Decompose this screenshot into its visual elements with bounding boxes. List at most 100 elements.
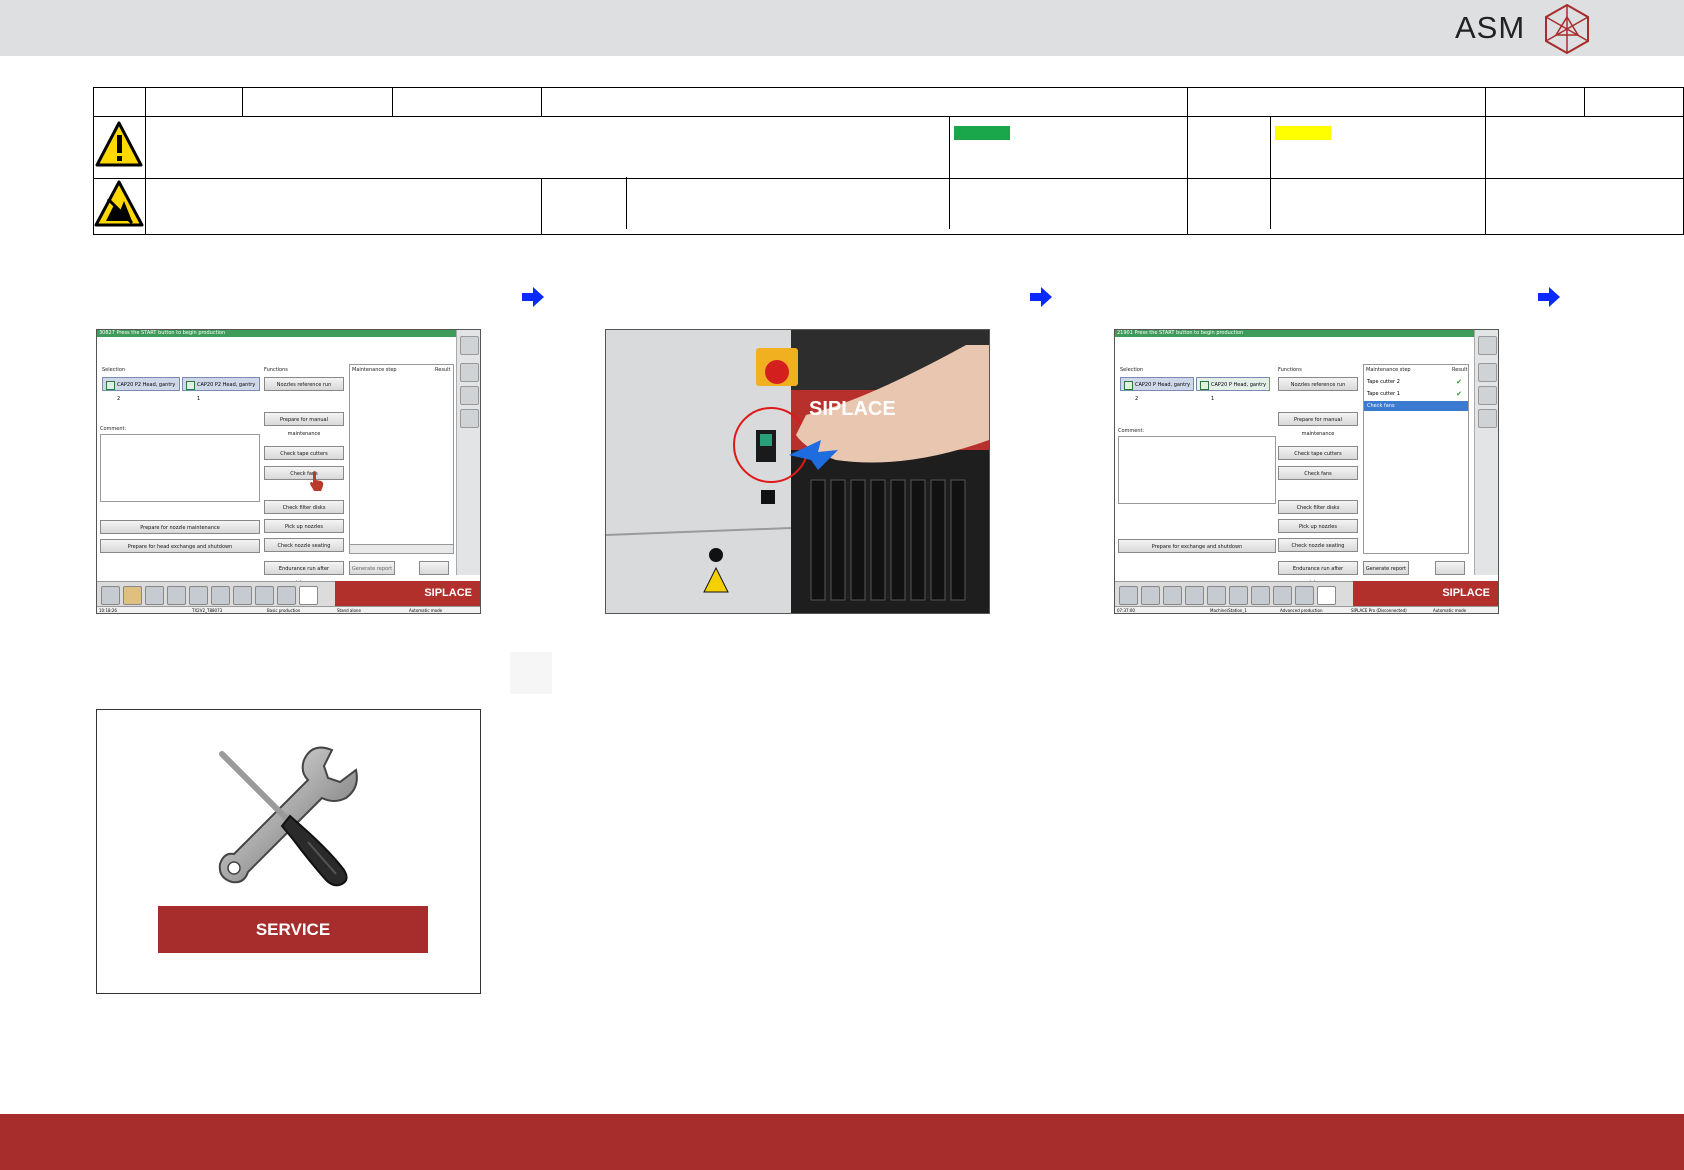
taskbar-app-icon[interactable]	[277, 586, 296, 605]
head-tab-label: CAP20 P Head, gantry 2	[1135, 382, 1191, 402]
print-button[interactable]	[1435, 561, 1465, 575]
screenshot-1-maintenance-screen: 30827 Press the START button to begin pr…	[96, 329, 481, 614]
service-label: SERVICE	[158, 906, 428, 953]
taskbar-app-icon[interactable]	[211, 586, 230, 605]
taskbar-app-icon[interactable]	[189, 586, 208, 605]
taskbar-app-icon[interactable]	[1185, 586, 1204, 605]
taskbar-app-icon[interactable]	[255, 586, 274, 605]
status-operation-mode: Automatic mode	[409, 608, 443, 613]
taskbar-app-icon[interactable]	[233, 586, 252, 605]
taskbar-maintenance-icon[interactable]	[299, 586, 318, 605]
list-item[interactable]: Tape cutter 2 ✔	[1364, 377, 1468, 387]
step-label: Tape cutter 1	[1367, 391, 1400, 397]
check-filter-disks-button[interactable]: Check filter disks	[1278, 500, 1358, 514]
search-icon[interactable]	[460, 409, 479, 428]
pick-up-nozzles-button[interactable]: Pick up nozzles	[264, 519, 344, 533]
taskbar-app-icon[interactable]	[123, 586, 142, 605]
warning-triangle-icon	[95, 121, 143, 167]
taskbar-app-icon[interactable]	[1207, 586, 1226, 605]
nozzles-reference-run-button[interactable]: Nozzles reference run	[264, 377, 344, 391]
check-fans-button[interactable]: Check fans	[264, 466, 344, 480]
prepare-manual-maintenance-button[interactable]: Prepare for manual maintenance	[1278, 412, 1358, 437]
maintenance-step-list[interactable]: Maintenance step Result	[349, 364, 454, 554]
taskbar-app-icon[interactable]	[167, 586, 186, 605]
check-tape-cutters-button[interactable]: Check tape cutters	[264, 446, 344, 460]
table-divider	[949, 117, 950, 229]
arrow-right-icon	[522, 287, 544, 307]
check-icon[interactable]	[1478, 409, 1497, 428]
scrollbar[interactable]	[349, 544, 454, 554]
prepare-manual-maintenance-button[interactable]: Prepare for manual maintenance	[264, 412, 344, 437]
maintenance-icon[interactable]	[1478, 363, 1497, 382]
taskbar-app-icon[interactable]	[1295, 586, 1314, 605]
machine-photo: SIPLACE	[605, 329, 990, 614]
table-divider	[1270, 117, 1271, 229]
status-bar: 07:37:00 Machine\Station_1 Advanced prod…	[1115, 606, 1498, 613]
taskbar-app-icon[interactable]	[1251, 586, 1270, 605]
maintenance-step-list[interactable]: Maintenance step Result Tape cutter 2 ✔ T…	[1363, 364, 1469, 554]
print-button[interactable]	[419, 561, 449, 575]
status-bar: 10:18:26 TX2V2_T88073 Basic production S…	[97, 606, 480, 613]
selection-label: Selection	[1120, 367, 1144, 373]
asm-logo-icon	[1545, 3, 1589, 55]
generate-report-button[interactable]: Generate report	[349, 561, 395, 575]
result-header: Result	[435, 367, 451, 373]
status-time: 10:18:26	[99, 608, 117, 613]
head-tab-label: CAP20 P Head, gantry 1	[1211, 382, 1267, 402]
arrow-right-icon	[1030, 287, 1052, 307]
endurance-run-button[interactable]: Endurance run after maintenance	[264, 561, 344, 586]
taskbar-maintenance-icon[interactable]	[1317, 586, 1336, 605]
taskbar-app-icon[interactable]	[101, 586, 120, 605]
endurance-run-button[interactable]: Endurance run after maintenance	[1278, 561, 1358, 586]
comment-field[interactable]	[1118, 436, 1276, 504]
maintenance-step-header: Maintenance step	[352, 367, 397, 373]
check-nozzle-seating-button[interactable]: Check nozzle seating	[264, 538, 344, 552]
check-tape-cutters-button[interactable]: Check tape cutters	[1278, 446, 1358, 460]
check-icon: ✔	[1456, 378, 1462, 386]
step-label: Tape cutter 2	[1367, 379, 1400, 385]
side-toolbar	[456, 330, 480, 575]
list-item[interactable]: Tape cutter 1 ✔	[1364, 389, 1468, 399]
report-icon[interactable]	[460, 386, 479, 405]
prepare-head-exchange-button[interactable]: Prepare for head exchange and shutdown	[100, 539, 260, 553]
info-icon[interactable]	[460, 336, 479, 355]
result-header: Result	[1452, 367, 1468, 373]
report-icon[interactable]	[1478, 386, 1497, 405]
step-label: Check fans	[1367, 403, 1395, 409]
taskbar-app-icon[interactable]	[1163, 586, 1182, 605]
prepare-nozzle-maintenance-button[interactable]: Prepare for nozzle maintenance	[100, 520, 260, 534]
status-line-mode: SIPLACE Pro (Disconnected)	[1351, 608, 1407, 613]
info-icon[interactable]	[1478, 336, 1497, 355]
screen-title: 30827 Press the START button to begin pr…	[97, 330, 459, 337]
warning-cell	[93, 116, 146, 179]
taskbar-app-icon[interactable]	[1229, 586, 1248, 605]
instruction-header-table	[93, 87, 1684, 235]
hand-pointer-icon	[310, 471, 324, 491]
prepare-exchange-button[interactable]: Prepare for exchange and shutdown	[1118, 539, 1276, 553]
taskbar-app-icon[interactable]	[1119, 586, 1138, 605]
nozzles-reference-run-button[interactable]: Nozzles reference run	[1278, 377, 1358, 391]
pick-up-nozzles-button[interactable]: Pick up nozzles	[1278, 519, 1358, 533]
head-tab-gantry-1[interactable]: CAP20 P2 Head, gantry 1	[182, 377, 260, 402]
taskbar-app-icon[interactable]	[1141, 586, 1160, 605]
functions-label: Functions	[1278, 367, 1302, 373]
taskbar-app-icon[interactable]	[145, 586, 164, 605]
taskbar-app-icon[interactable]	[1273, 586, 1292, 605]
status-operation-mode: Automatic mode	[1433, 608, 1467, 613]
head-tab-gantry-1[interactable]: CAP20 P Head, gantry 1	[1196, 377, 1270, 402]
list-item-selected[interactable]: Check fans	[1364, 401, 1468, 411]
status-line-mode: Stand alone	[337, 608, 361, 613]
check-filter-disks-button[interactable]: Check filter disks	[264, 500, 344, 514]
status-station: Machine\Station_1	[1210, 608, 1247, 613]
comment-field[interactable]	[100, 434, 260, 502]
head-tab-gantry-2[interactable]: CAP20 P2 Head, gantry 2	[102, 377, 180, 402]
generate-report-button[interactable]: Generate report	[1363, 561, 1409, 575]
esd-warning-icon	[94, 180, 144, 227]
functions-label: Functions	[264, 367, 288, 373]
check-nozzle-seating-button[interactable]: Check nozzle seating	[1278, 538, 1358, 552]
maintenance-icon[interactable]	[460, 363, 479, 382]
head-tab-gantry-2[interactable]: CAP20 P Head, gantry 2	[1120, 377, 1194, 402]
status-production-mode: Basic production	[267, 608, 301, 613]
status-production-mode: Advanced production	[1280, 608, 1323, 613]
check-fans-button[interactable]: Check fans	[1278, 466, 1358, 480]
